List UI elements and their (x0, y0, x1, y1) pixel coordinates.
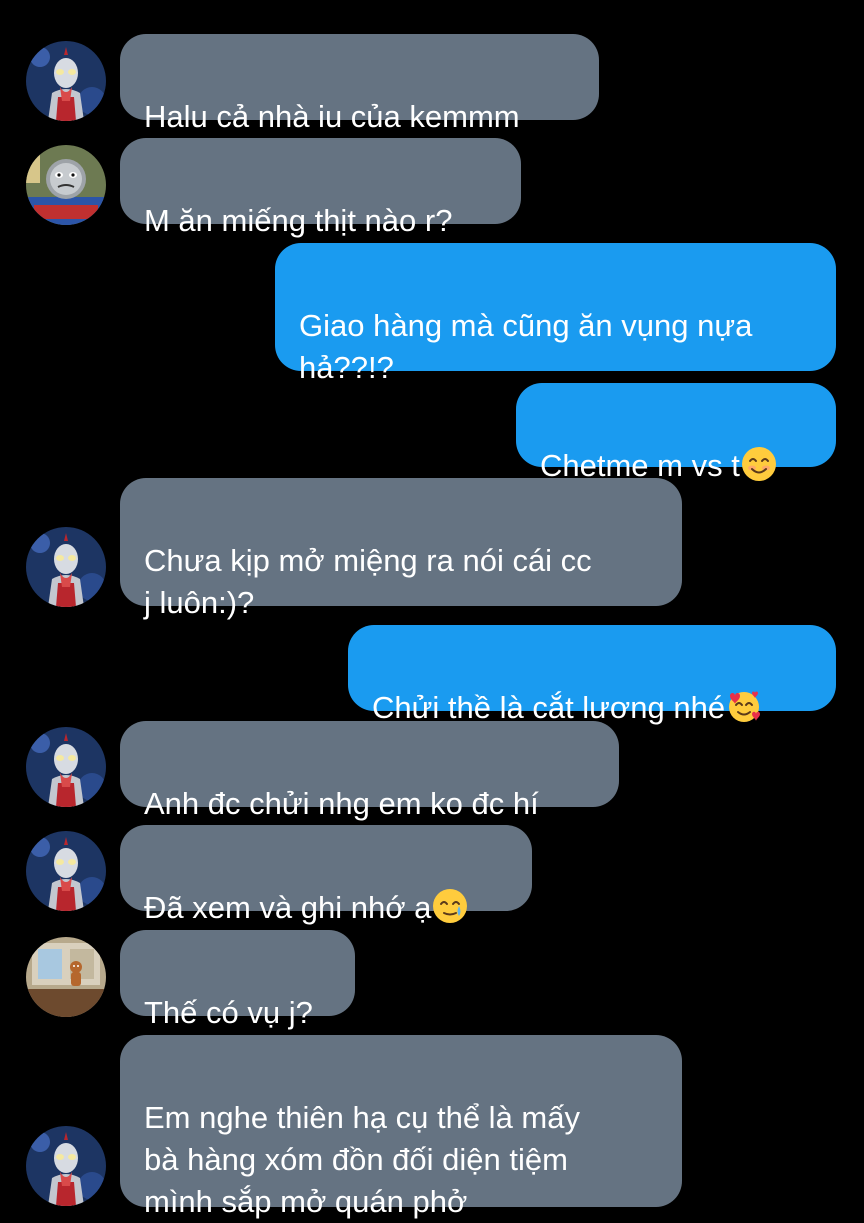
message-text: M ăn miếng thịt nào r? (144, 203, 453, 238)
message-bubble[interactable]: Đã xem và ghi nhớ ạ (120, 825, 532, 925)
message-bubble[interactable]: Em nghe thiên hạ cụ thể là mấy bà hàng x… (120, 1035, 682, 1219)
smiling-face-emoji (741, 446, 777, 482)
message-text: Giao hàng mà cũng ăn vụng nựa hả??!? (299, 308, 753, 385)
message-text: Chửi thề là cắt lương nhé (372, 690, 726, 725)
smiling-face-with-hearts-emoji (726, 688, 762, 724)
message-text: Đã xem và ghi nhớ ạ (144, 890, 432, 925)
message-bubble[interactable]: Chửi thề là cắt lương nhé (348, 625, 836, 725)
message-bubble[interactable]: M ăn miếng thịt nào r? (120, 138, 521, 238)
ultraman-avatar[interactable] (26, 41, 106, 121)
chat-thread: Halu cả nhà iu của kemmm M ăn miếng thịt… (0, 0, 864, 1221)
gingerbread-avatar[interactable] (26, 937, 106, 1017)
smiling-face-with-tear-emoji (432, 888, 468, 924)
message-bubble[interactable]: Giao hàng mà cũng ăn vụng nựa hả??!? (275, 243, 836, 385)
message-text: Anh đc chửi nhg em ko đc hí (144, 786, 539, 821)
message-text: Chưa kịp mở miệng ra nói cái cc j luôn:)… (144, 543, 592, 620)
message-bubble[interactable]: Thế có vụ j? (120, 930, 355, 1030)
message-bubble[interactable]: Anh đc chửi nhg em ko đc hí (120, 721, 619, 821)
message-text: Thế có vụ j? (144, 995, 313, 1030)
thomas-train-avatar[interactable] (26, 145, 106, 225)
ultraman-avatar[interactable] (26, 727, 106, 807)
message-bubble[interactable]: Chetme m vs t (516, 383, 836, 483)
message-bubble[interactable]: Halu cả nhà iu của kemmm (120, 34, 599, 134)
ultraman-avatar[interactable] (26, 527, 106, 607)
message-text: Halu cả nhà iu của kemmm (144, 99, 520, 134)
ultraman-avatar[interactable] (26, 831, 106, 911)
message-bubble[interactable]: Chưa kịp mở miệng ra nói cái cc j luôn:)… (120, 478, 682, 620)
ultraman-avatar[interactable] (26, 1126, 106, 1206)
message-text: Em nghe thiên hạ cụ thể là mấy bà hàng x… (144, 1100, 580, 1219)
